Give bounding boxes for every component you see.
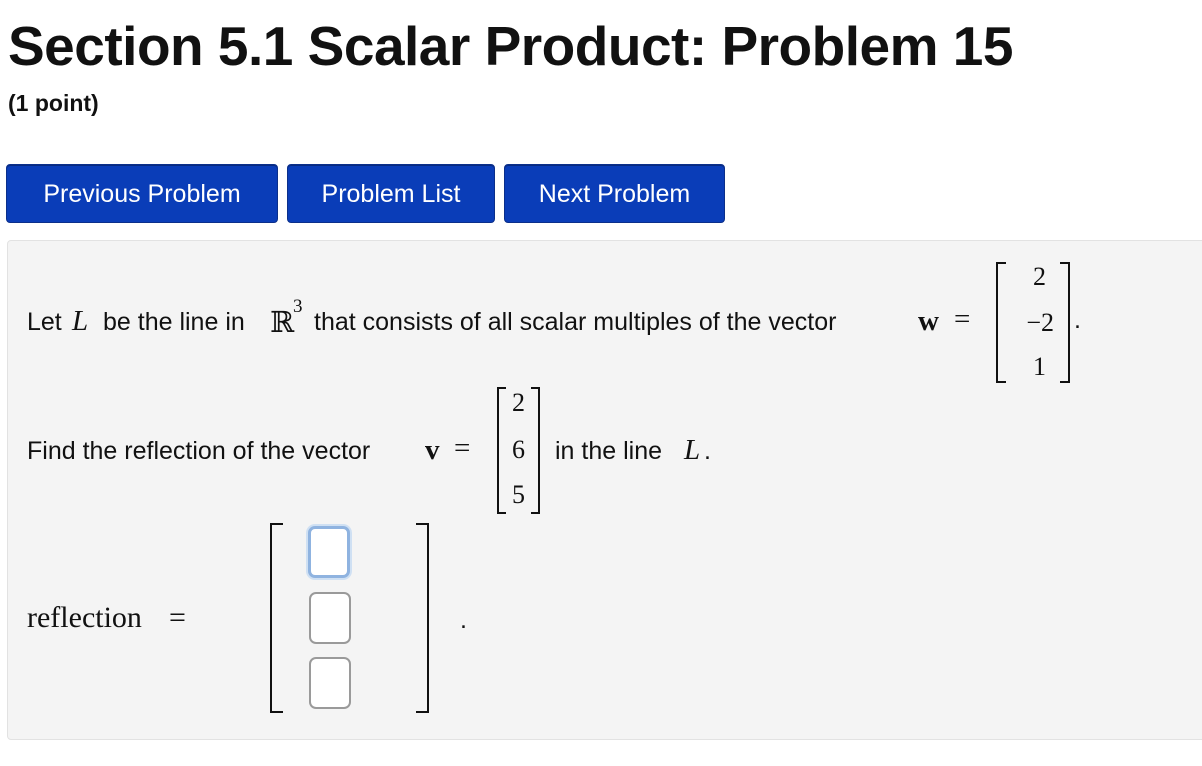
page-title: Section 5.1 Scalar Product: Problem 15: [8, 15, 1013, 77]
w-entry-1: 2: [1033, 262, 1046, 291]
statement-text: in the line: [555, 437, 663, 465]
period: .: [704, 437, 711, 465]
statement-text: Find the reflection of the vector: [27, 437, 371, 465]
w-entry-2: −2: [1026, 308, 1054, 337]
period: .: [1074, 306, 1081, 334]
matrix-right-bracket: [1060, 262, 1070, 383]
v-entry-3: 5: [512, 480, 525, 509]
reflection-label: reflection: [27, 601, 142, 634]
matrix-left-bracket: [996, 262, 1006, 383]
equals-sign: =: [169, 601, 186, 634]
statement-text: be the line in: [103, 308, 245, 336]
reflection-entry-3-input[interactable]: [309, 657, 351, 709]
points-label: (1 point): [8, 90, 99, 116]
vector-v-symbol: v: [425, 434, 440, 466]
statement-text: Let: [27, 308, 62, 336]
vector-w-symbol: w: [918, 305, 939, 337]
line-variable: L: [684, 434, 701, 466]
problem-list-button[interactable]: Problem List: [287, 164, 495, 223]
reflection-entry-1-input[interactable]: [308, 526, 350, 578]
equals-sign: =: [454, 432, 471, 464]
line-variable: L: [72, 305, 89, 337]
dimension-exponent: 3: [293, 296, 303, 317]
v-entry-2: 6: [512, 435, 525, 464]
equals-sign: =: [954, 303, 971, 335]
previous-problem-button[interactable]: Previous Problem: [6, 164, 278, 223]
next-problem-button[interactable]: Next Problem: [504, 164, 725, 223]
period: .: [460, 606, 467, 634]
answer-left-bracket: [270, 523, 283, 713]
matrix-right-bracket: [531, 387, 540, 514]
statement-text: that consists of all scalar multiples of…: [314, 308, 837, 336]
v-entry-1: 2: [512, 388, 525, 417]
real-space-symbol: ℝ: [270, 307, 295, 339]
answer-right-bracket: [416, 523, 429, 713]
w-entry-3: 1: [1033, 352, 1046, 381]
reflection-entry-2-input[interactable]: [309, 592, 351, 644]
